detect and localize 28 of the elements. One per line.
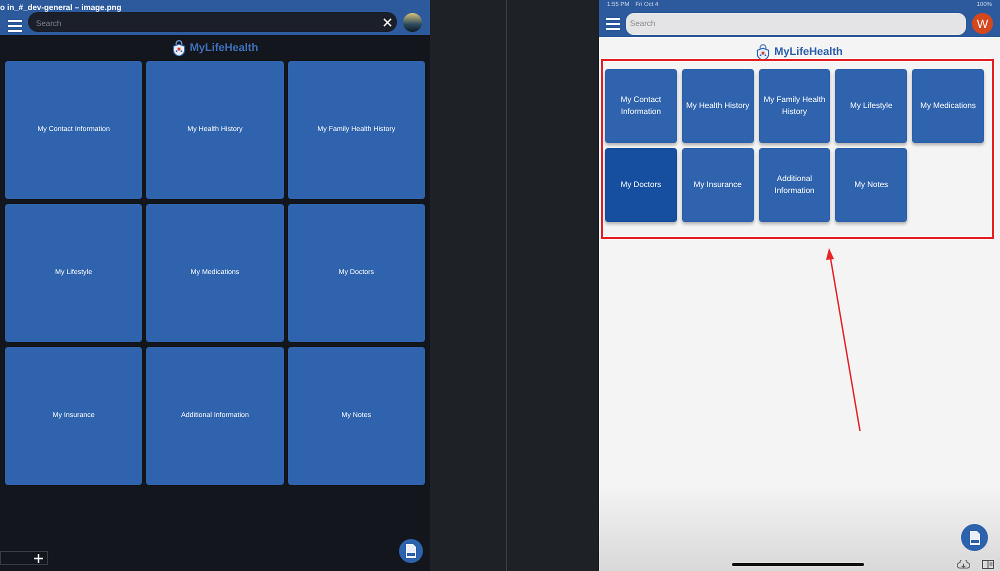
plus-icon[interactable] bbox=[34, 554, 43, 562]
search-field[interactable]: Search bbox=[626, 12, 966, 34]
avatar[interactable]: W bbox=[972, 13, 993, 34]
menu-tile[interactable]: My Doctors bbox=[605, 148, 677, 222]
app-logo-text: MyLifeHealth bbox=[774, 45, 843, 60]
pdf-button[interactable] bbox=[399, 539, 423, 563]
pdf-file-icon bbox=[405, 544, 417, 558]
shield-logo-icon bbox=[756, 44, 770, 61]
menu-icon[interactable] bbox=[8, 20, 22, 32]
window-title: o in_#_dev-general – image.png bbox=[0, 3, 122, 12]
app-logo-text: MyLifeHealth bbox=[190, 40, 258, 56]
menu-tile[interactable]: My Medications bbox=[912, 69, 984, 143]
menu-tile[interactable]: Additional Information bbox=[758, 148, 830, 222]
menu-tile[interactable]: My Family Health History bbox=[758, 69, 830, 143]
avatar-icon[interactable] bbox=[403, 13, 422, 32]
close-icon[interactable] bbox=[383, 18, 392, 27]
menu-tile[interactable]: My Notes bbox=[835, 148, 908, 222]
search-field[interactable]: Search bbox=[28, 12, 397, 32]
menu-tile[interactable]: My Health History bbox=[682, 69, 754, 143]
pdf-file-icon bbox=[968, 530, 980, 544]
shield-logo-icon bbox=[172, 40, 186, 56]
menu-tile[interactable]: My Contact Information bbox=[605, 69, 677, 143]
menu-tile[interactable]: My Lifestyle bbox=[835, 69, 908, 143]
cloud-download-icon[interactable] bbox=[957, 560, 970, 568]
menu-tile[interactable]: My Insurance bbox=[682, 148, 754, 222]
zoom-control[interactable] bbox=[0, 551, 48, 565]
menu-icon[interactable] bbox=[606, 18, 620, 30]
sidebar-icon[interactable] bbox=[982, 560, 994, 568]
